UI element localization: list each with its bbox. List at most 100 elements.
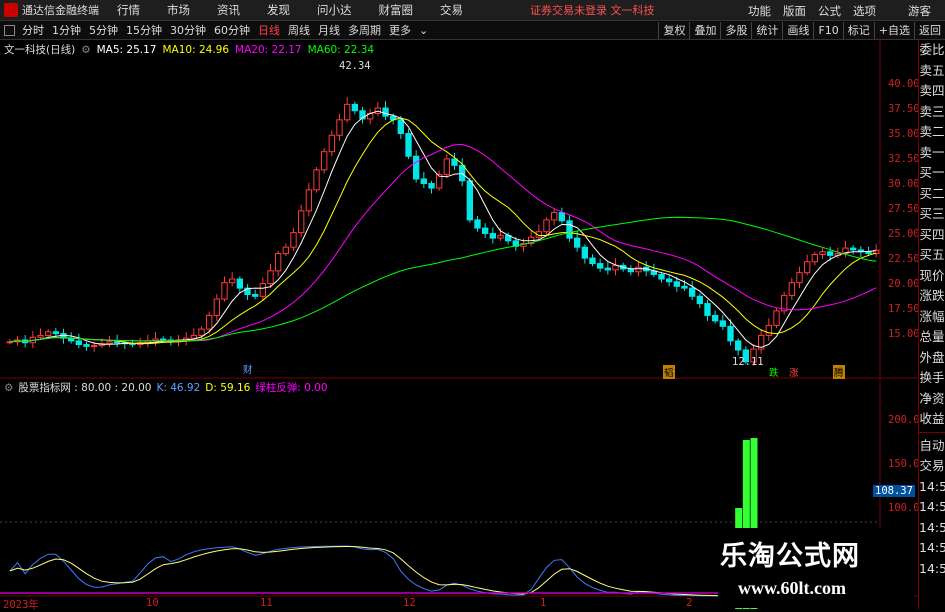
time-tick: 2023年 [3,599,39,611]
side-item: 涨跌 [919,288,945,303]
period-15min[interactable]: 15分钟 [122,22,166,38]
candle-body [213,298,221,316]
back-button[interactable]: 返回 [914,22,945,39]
candle-body [228,278,236,284]
mark-button[interactable]: 标记 [842,22,874,39]
candle-body [719,320,727,327]
price-tick: 35.00 [888,128,920,140]
candle-body [865,251,872,255]
candle-body [443,158,451,175]
chart-area[interactable] [0,40,918,612]
app-title: 通达信金融终端 [22,4,99,17]
candle-body [849,247,857,251]
candle-body [596,263,604,269]
period-1min[interactable]: 1分钟 [48,22,85,38]
menu-item-quotes[interactable]: 行情 [117,2,140,18]
time-row: 14:50 [919,519,945,535]
login-warning[interactable]: 证券交易未登录 文一科技 [530,2,655,18]
candle-body [282,246,290,255]
menu-function[interactable]: 功能 [748,3,771,19]
chevron-down-icon[interactable]: ⌄ [415,24,432,37]
period-more[interactable]: 更多 [385,22,415,38]
candle-body [612,264,619,271]
candle-body [251,293,259,297]
candle-body [704,303,711,316]
period-multi[interactable]: 多周期 [344,22,385,38]
menu-item-news[interactable]: 资讯 [217,2,240,18]
auto-button[interactable]: 自动 [919,436,945,457]
ma20-line [9,143,877,343]
multi-stock-button[interactable]: 多股 [720,22,751,39]
menu-item-ask[interactable]: 问小达 [317,2,352,18]
candle-body [711,314,719,322]
candle-body [37,334,44,338]
menu-item-discover[interactable]: 发现 [267,2,290,18]
candle-body [313,169,320,191]
candle-body [497,234,504,239]
event-marker[interactable]: 韬 [663,365,675,379]
sub-tick: 100.0 [888,502,920,514]
event-marker[interactable]: 财 [242,362,254,376]
toolbar-toggle-icon[interactable] [4,24,15,36]
candle-body [550,212,558,221]
menu-item-community[interactable]: 财富圈 [379,2,414,18]
event-marker[interactable]: 腾 [833,365,845,379]
side-item: 买四 [919,226,945,242]
candle-body [819,251,826,255]
event-marker[interactable]: 跌 [768,365,780,379]
price-tick: 32.50 [888,153,920,165]
period-60min[interactable]: 60分钟 [210,22,254,38]
candle-body [106,341,113,345]
price-tick: 20.00 [888,278,920,290]
guest-user[interactable]: 游客 [908,3,931,19]
overlay-button[interactable]: 叠加 [689,22,720,39]
candle-body [267,270,274,285]
candle-body [627,268,635,273]
side-item: 现价 [919,267,945,283]
period-5min[interactable]: 5分钟 [85,22,122,38]
candle-body [290,232,297,248]
candle-body [274,253,282,272]
time-tick: 10 [146,597,159,609]
stats-button[interactable]: 统计 [751,22,782,39]
period-intraday[interactable]: 分时 [18,22,48,38]
side-item: 卖一 [919,144,945,160]
time-tick: 12 [403,597,416,609]
candle-body [221,282,228,300]
watermark-url: www.60lt.com [738,578,846,598]
add-favorite-button[interactable]: +自选 [873,22,914,39]
f10-button[interactable]: F10 [813,22,842,39]
period-30min[interactable]: 30分钟 [166,22,210,38]
candle-body [573,237,581,248]
menu-options[interactable]: 选项 [853,3,876,19]
period-weekly[interactable]: 周线 [284,22,314,38]
adjust-button[interactable]: 复权 [658,22,689,39]
candlestick-chart[interactable] [0,40,918,612]
candle-body [811,253,819,263]
price-tick: 40.00 [888,78,920,90]
candle-body [696,295,704,305]
candle-body [543,219,550,233]
candle-body [796,272,803,284]
candle-body [236,278,244,289]
draw-button[interactable]: 画线 [782,22,813,39]
period-daily[interactable]: 日线 [254,22,284,38]
menu-item-trade[interactable]: 交易 [440,2,463,18]
candle-body [773,310,780,326]
candle-body [604,267,612,271]
period-monthly[interactable]: 月线 [314,22,344,38]
candle-body [75,340,83,346]
event-marker[interactable]: 涨 [788,365,800,379]
menu-item-market[interactable]: 市场 [167,2,190,18]
candle-body [765,324,773,336]
candle-body [466,180,474,221]
side-item: 总量 [919,329,945,344]
trade-button[interactable]: 交易 [919,456,945,477]
candle-body [328,134,336,153]
candle-body [635,266,642,273]
candle-body [397,119,405,134]
menu-formula[interactable]: 公式 [818,3,841,19]
candle-body [589,257,596,265]
menu-layout[interactable]: 版面 [783,3,806,19]
candle-body [351,103,359,112]
